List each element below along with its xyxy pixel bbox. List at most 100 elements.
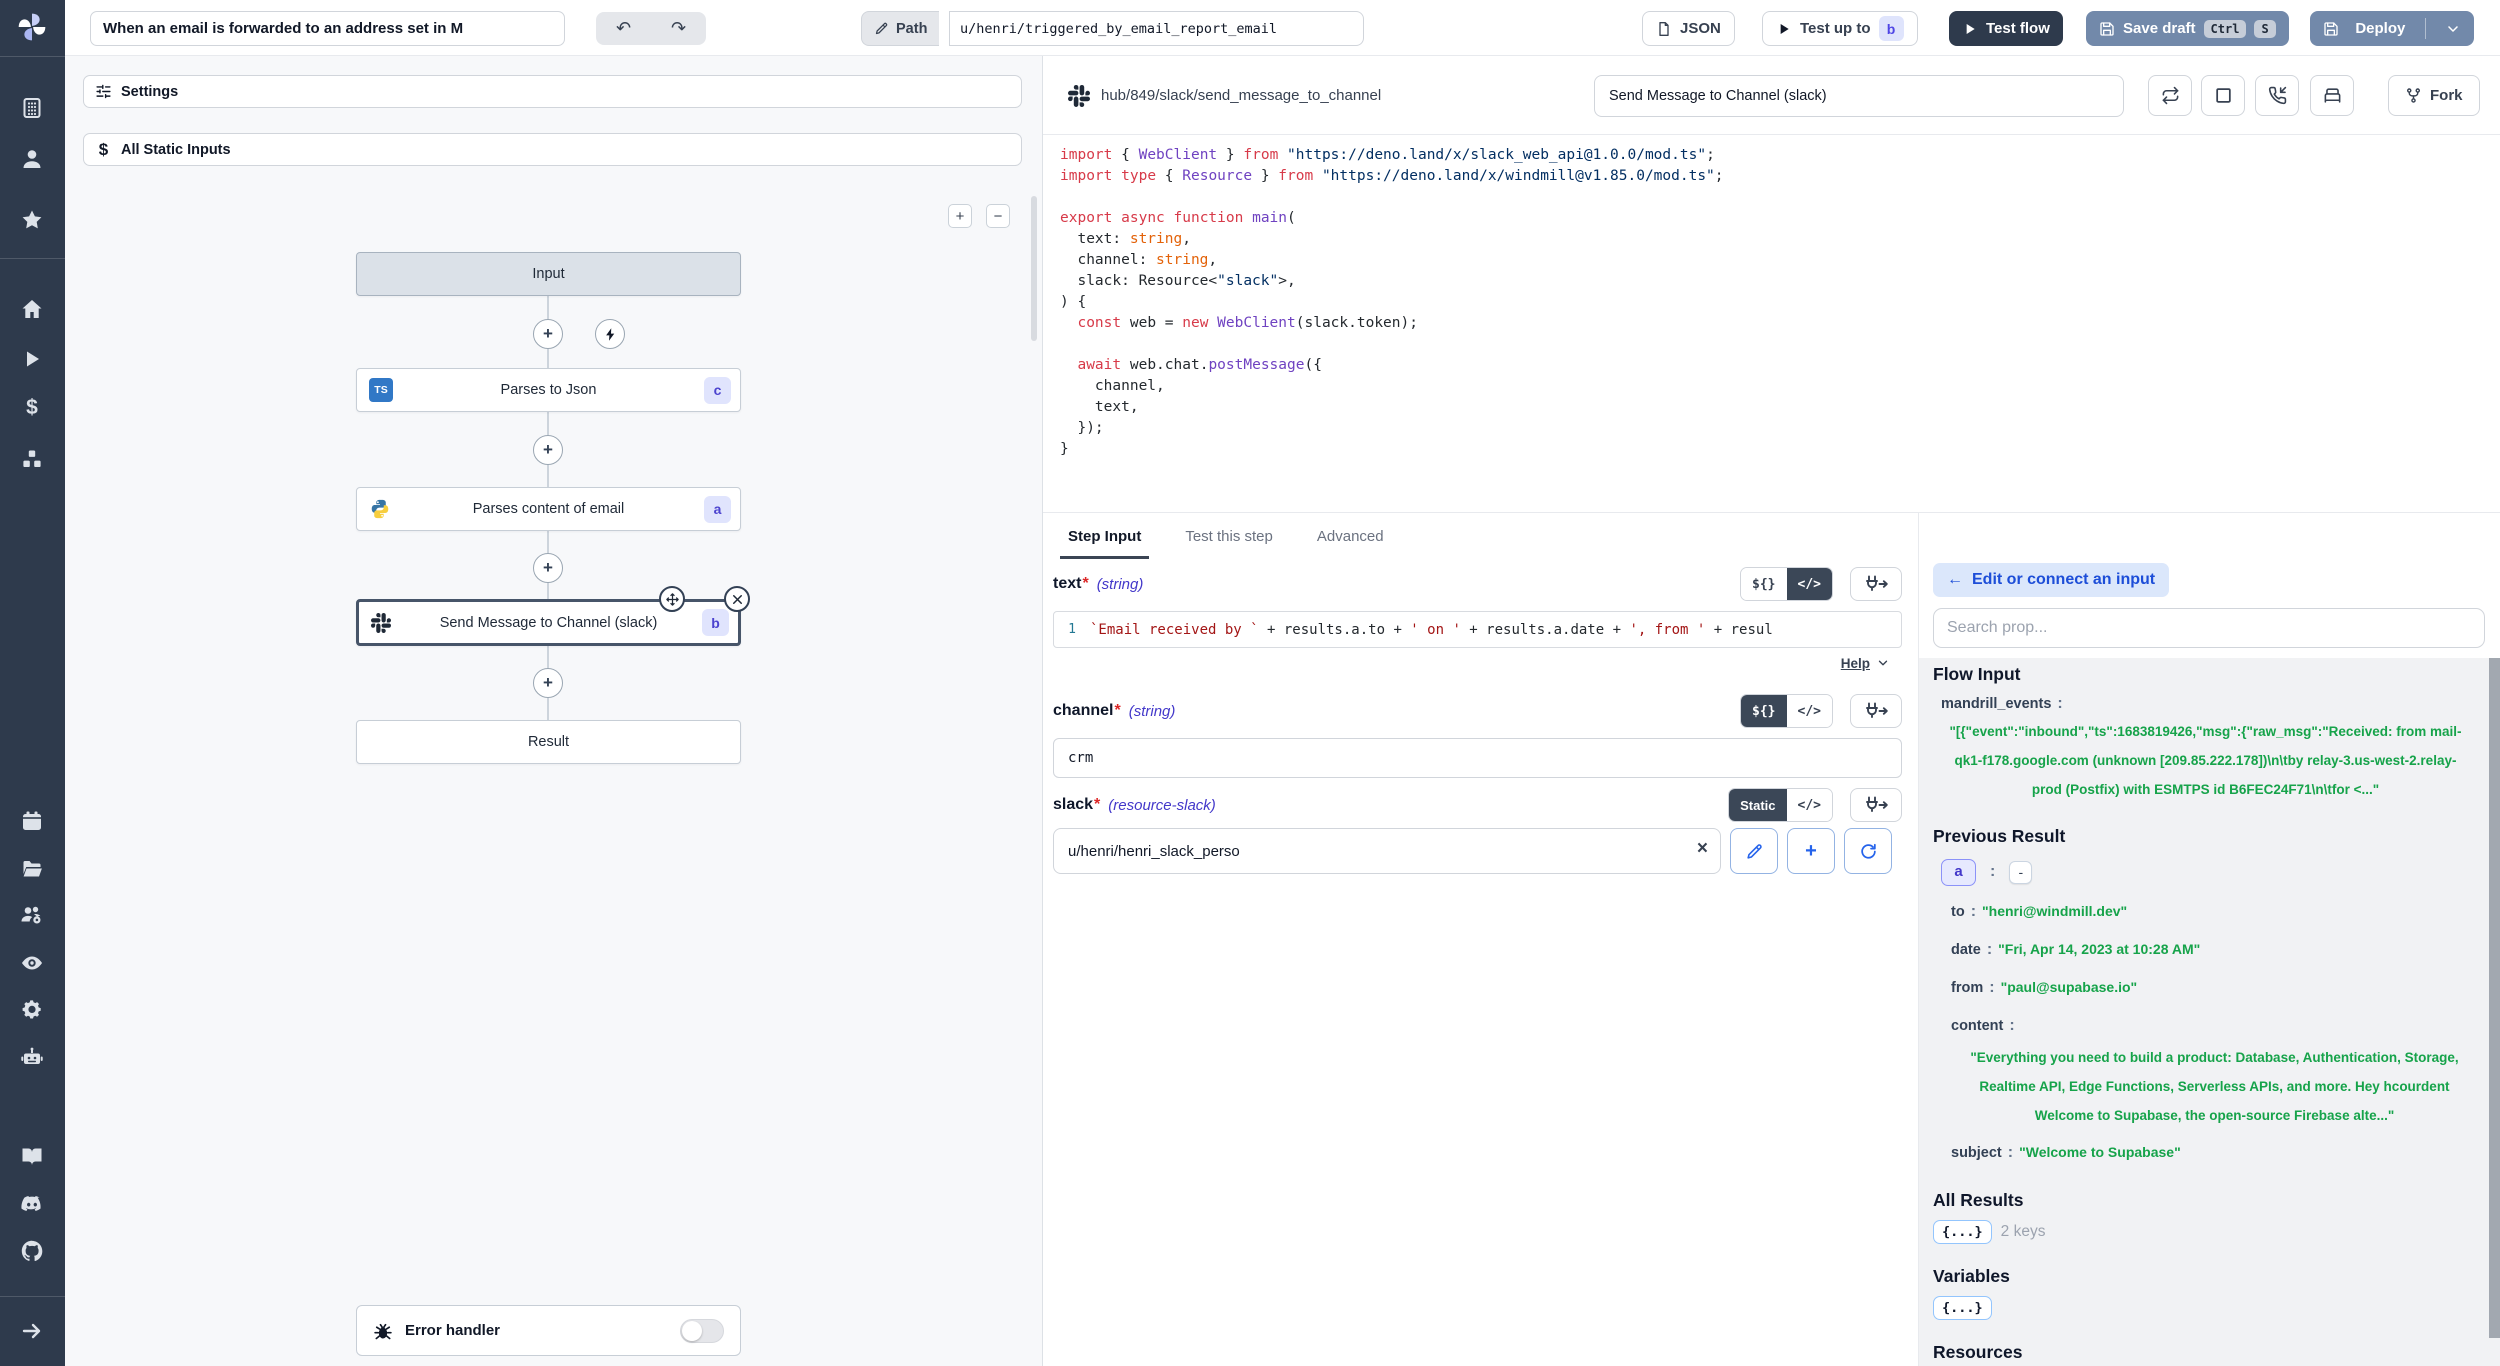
resources-cubes-icon[interactable] xyxy=(20,447,44,471)
chevron-down-icon[interactable] xyxy=(2445,21,2461,37)
test-up-to-button[interactable]: Test up to b xyxy=(1762,11,1918,46)
collapse-button[interactable]: - xyxy=(2009,861,2032,884)
groups-users-icon[interactable] xyxy=(20,903,44,927)
fork-button[interactable]: Fork xyxy=(2388,75,2480,116)
text-expression-editor[interactable]: 1 `Email received by ` + results.a.to + … xyxy=(1053,611,1902,648)
prop-value[interactable]: "Everything you need to build a product:… xyxy=(1951,1043,2478,1130)
zoom-out-button[interactable]: − xyxy=(986,204,1010,228)
help-link[interactable]: Help xyxy=(1841,656,1870,671)
insert-step-plus-icon[interactable]: + xyxy=(533,553,563,583)
connect-input-button[interactable] xyxy=(1850,567,1902,601)
settings-gear-icon[interactable] xyxy=(20,997,44,1021)
error-handler-toggle[interactable] xyxy=(680,1319,724,1343)
variables-dollar-icon[interactable]: $ xyxy=(20,396,44,420)
step-id-badge: b xyxy=(702,609,729,636)
prop-key[interactable]: from xyxy=(1951,974,1983,1003)
variables-title: Variables xyxy=(1933,1266,2478,1287)
edit-or-connect-button[interactable]: ← Edit or connect an input xyxy=(1933,563,2169,597)
node-result[interactable]: Result xyxy=(356,720,741,764)
refresh-resource-button[interactable] xyxy=(1844,828,1892,874)
all-static-inputs-button[interactable]: $ All Static Inputs xyxy=(83,133,1022,166)
test-flow-button[interactable]: Test flow xyxy=(1949,11,2063,46)
prev-step-badge[interactable]: a xyxy=(1941,859,1976,886)
text-input-mode-toggle[interactable]: ${} </> xyxy=(1740,567,1833,601)
json-button[interactable]: JSON xyxy=(1642,11,1735,46)
edit-resource-button[interactable] xyxy=(1730,828,1778,874)
step-summary-input[interactable] xyxy=(1594,75,2124,117)
zoom-in-button[interactable]: + xyxy=(948,204,972,228)
tab-advanced[interactable]: Advanced xyxy=(1317,513,1384,559)
trigger-bolt-icon[interactable] xyxy=(595,319,625,349)
docs-book-icon[interactable] xyxy=(20,1144,44,1168)
search-prop-input[interactable] xyxy=(1933,608,2485,648)
audit-eye-icon[interactable] xyxy=(20,951,44,975)
tab-test-this-step[interactable]: Test this step xyxy=(1185,513,1273,559)
discord-icon[interactable] xyxy=(20,1192,44,1216)
expand-sidebar-arrow-icon[interactable] xyxy=(20,1319,44,1343)
flow-title-input[interactable] xyxy=(90,11,565,46)
home-icon[interactable] xyxy=(20,297,44,321)
runs-play-icon[interactable] xyxy=(20,347,44,371)
node-send-message-to-channel[interactable]: Send Message to Channel (slack) b xyxy=(356,599,741,646)
prop-value[interactable]: "Fri, Apr 14, 2023 at 10:28 AM" xyxy=(1998,935,2200,964)
pencil-icon xyxy=(874,21,889,36)
add-resource-button[interactable]: + xyxy=(1787,828,1835,874)
static-mode-option: Static xyxy=(1729,789,1786,821)
github-icon[interactable] xyxy=(20,1239,44,1263)
suspend-button[interactable] xyxy=(2255,75,2299,116)
save-draft-button[interactable]: Save draft Ctrl S xyxy=(2086,11,2289,46)
prop-value[interactable]: "[{"event":"inbound","ts":1683819426,"ms… xyxy=(1933,717,2478,804)
channel-value-input[interactable] xyxy=(1053,738,1902,778)
connect-input-button[interactable] xyxy=(1850,788,1902,822)
node-parses-content-of-email[interactable]: Parses content of email a xyxy=(356,487,741,531)
error-handler-node[interactable]: Error handler xyxy=(356,1305,741,1356)
path-button[interactable]: Path xyxy=(861,11,939,46)
prop-key[interactable]: to xyxy=(1951,898,1965,927)
prop-value[interactable]: "paul@supabase.io" xyxy=(2001,973,2138,1002)
chevron-down-icon[interactable] xyxy=(1876,656,1890,670)
prop-key[interactable]: date xyxy=(1951,936,1981,965)
slack-input-mode-toggle[interactable]: Static </> xyxy=(1728,788,1833,822)
deploy-button[interactable]: Deploy xyxy=(2310,11,2474,46)
connect-input-button[interactable] xyxy=(1850,694,1902,728)
user-icon[interactable] xyxy=(20,147,44,171)
redo-icon[interactable]: ↷ xyxy=(671,18,686,39)
channel-input-mode-toggle[interactable]: ${} </> xyxy=(1740,694,1833,728)
flow-scrollbar[interactable] xyxy=(1031,196,1037,341)
folders-icon[interactable] xyxy=(20,857,44,881)
node-input[interactable]: Input xyxy=(356,252,741,296)
retries-button[interactable] xyxy=(2148,75,2192,116)
object-expand-badge[interactable]: {...} xyxy=(1933,1296,1992,1320)
move-step-icon[interactable] xyxy=(659,586,685,612)
tab-step-input[interactable]: Step Input xyxy=(1068,513,1141,559)
insert-step-plus-icon[interactable]: + xyxy=(533,435,563,465)
picker-scrollbar[interactable] xyxy=(2489,658,2500,1338)
hub-script-path[interactable]: hub/849/slack/send_message_to_channel xyxy=(1101,87,1381,104)
slack-resource-input[interactable] xyxy=(1053,828,1721,874)
delete-step-icon[interactable] xyxy=(724,586,750,612)
windmill-logo-icon[interactable] xyxy=(15,10,49,44)
path-input[interactable] xyxy=(949,11,1364,46)
insert-step-plus-icon[interactable]: + xyxy=(533,319,563,349)
step-header: hub/849/slack/send_message_to_channel Fo… xyxy=(1043,56,2500,135)
workspace-building-icon[interactable] xyxy=(20,96,44,120)
flow-settings-button[interactable]: Settings xyxy=(83,75,1022,108)
prop-value[interactable]: "henri@windmill.dev" xyxy=(1982,897,2127,926)
prop-key[interactable]: content xyxy=(1951,1012,2003,1041)
workers-robot-icon[interactable] xyxy=(20,1045,44,1069)
code-editor[interactable]: import { WebClient } from "https://deno.… xyxy=(1043,135,2500,513)
insert-step-plus-icon[interactable]: + xyxy=(533,668,563,698)
prop-value[interactable]: "Welcome to Supabase" xyxy=(2019,1138,2181,1167)
undo-icon[interactable]: ↶ xyxy=(616,18,631,39)
schedules-calendar-icon[interactable] xyxy=(20,809,44,833)
flow-input-title: Flow Input xyxy=(1933,664,2478,685)
kbd-s: S xyxy=(2254,20,2275,38)
early-stop-button[interactable] xyxy=(2201,75,2245,116)
sleep-button[interactable] xyxy=(2310,75,2354,116)
prop-key[interactable]: subject xyxy=(1951,1139,2002,1168)
node-parses-to-json[interactable]: TS Parses to Json c xyxy=(356,368,741,412)
prop-key[interactable]: mandrill_events xyxy=(1941,693,2051,715)
object-expand-badge[interactable]: {...} xyxy=(1933,1220,1992,1244)
favorites-star-icon[interactable] xyxy=(20,208,44,232)
clear-resource-icon[interactable]: × xyxy=(1697,838,1708,860)
